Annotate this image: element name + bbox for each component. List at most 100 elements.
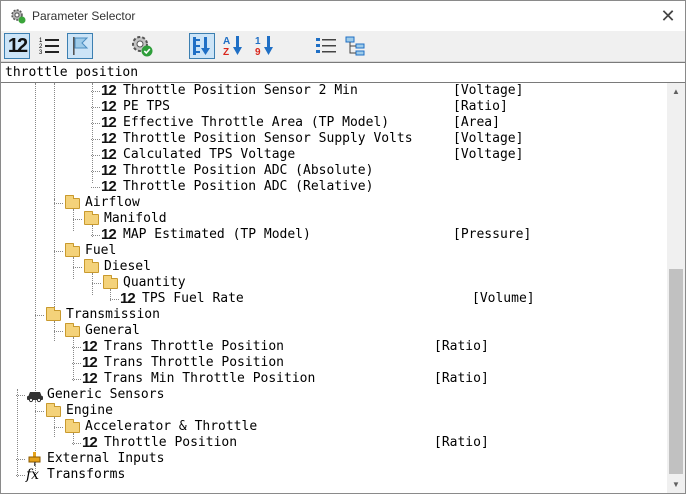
tree-connector-branch bbox=[16, 459, 25, 460]
folder-icon bbox=[64, 243, 84, 259]
group-row-general[interactable]: General bbox=[1, 323, 667, 339]
parameter-row-throttle-position-sensor-2-min[interactable]: 12 Throttle Position Sensor 2 Min [Voltage… bbox=[1, 83, 667, 99]
expand-sort-icon bbox=[193, 37, 210, 55]
parameter-unit: [Voltage] bbox=[453, 147, 524, 162]
numeric-view-button[interactable]: 12 bbox=[4, 33, 30, 59]
tree-connector-branch bbox=[16, 475, 25, 476]
function-fx-icon: fx bbox=[26, 467, 40, 483]
gear-check-icon bbox=[132, 36, 153, 57]
chevron-down-icon: ▼ bbox=[672, 480, 680, 489]
numeric-parameter-icon: 12 bbox=[82, 370, 98, 387]
tree-connector-branch bbox=[72, 443, 81, 444]
parameter-row-trans-throttle-position[interactable]: 12 Trans Throttle Position [Ratio] bbox=[1, 339, 667, 355]
scroll-down-arrow[interactable]: ▼ bbox=[667, 476, 685, 493]
tree-connector-branch bbox=[91, 171, 100, 172]
expand-button[interactable] bbox=[189, 33, 215, 59]
sort-az-button[interactable]: A Z bbox=[221, 33, 247, 59]
folder-icon bbox=[64, 419, 84, 435]
list-view-icon: 1 2 3 bbox=[39, 38, 59, 56]
list-tree-button[interactable] bbox=[313, 33, 339, 59]
search-bar bbox=[1, 62, 685, 83]
group-row-diesel[interactable]: Diesel bbox=[1, 259, 667, 275]
tree-connector-branch bbox=[91, 187, 100, 188]
tree-item-label: Throttle Position bbox=[104, 435, 238, 450]
folder-icon bbox=[64, 195, 84, 211]
hierarchy-button[interactable] bbox=[343, 33, 369, 59]
sort-19-button[interactable]: 1 9 bbox=[252, 33, 278, 59]
tree-item-label: Throttle Position Sensor 2 Min bbox=[123, 83, 358, 98]
numeric-parameter-icon: 12 bbox=[101, 83, 117, 99]
numeric-parameter-icon: 12 bbox=[82, 434, 98, 451]
group-row-engine[interactable]: Engine bbox=[1, 403, 667, 419]
group-row-quantity[interactable]: Quantity bbox=[1, 275, 667, 291]
tree-item-label: External Inputs bbox=[47, 451, 165, 466]
tree-item-label: Manifold bbox=[104, 211, 167, 226]
tree-item-label: TPS Fuel Rate bbox=[142, 291, 244, 306]
tree-connector-branch bbox=[72, 379, 81, 380]
tree-connector-branch bbox=[72, 347, 81, 348]
tree-item-label: Throttle Position Sensor Supply Volts bbox=[123, 131, 413, 146]
tree-connector-branch bbox=[35, 315, 44, 316]
parameter-unit: [Ratio] bbox=[453, 99, 508, 114]
group-row-transforms[interactable]: fx Transforms bbox=[1, 467, 667, 483]
tree-item-label: Calculated TPS Voltage bbox=[123, 147, 296, 162]
tree-connector-branch bbox=[72, 363, 81, 364]
close-button[interactable]: ✕ bbox=[651, 1, 685, 31]
group-row-external-inputs[interactable]: External Inputs bbox=[1, 451, 667, 467]
gear-app-icon bbox=[10, 8, 26, 24]
settings-button[interactable] bbox=[129, 33, 155, 59]
parameter-row-throttle-position-sensor-supply-volts[interactable]: 12 Throttle Position Sensor Supply Volts [… bbox=[1, 131, 667, 147]
parameter-row-trans-throttle-position[interactable]: 12 Trans Throttle Position bbox=[1, 355, 667, 371]
parameter-row-throttle-position[interactable]: 12 Throttle Position [Ratio] bbox=[1, 435, 667, 451]
tree-connector-branch bbox=[91, 139, 100, 140]
tree-item-label: Diesel bbox=[104, 259, 151, 274]
numeric-parameter-icon: 12 bbox=[101, 114, 117, 131]
vertical-scrollbar[interactable]: ▲ ▼ bbox=[667, 83, 685, 493]
sort-19-icon: 1 9 bbox=[255, 36, 273, 58]
parameter-unit: [Voltage] bbox=[453, 131, 524, 146]
tree-item-label: Generic Sensors bbox=[47, 387, 165, 402]
tree-connector-branch bbox=[91, 235, 100, 236]
parameter-row-trans-min-throttle-position[interactable]: 12 Trans Min Throttle Position [Ratio] bbox=[1, 371, 667, 387]
tree-item-label: General bbox=[85, 323, 140, 338]
tree-item-label: Trans Throttle Position bbox=[104, 339, 285, 354]
svg-text:A: A bbox=[223, 36, 230, 47]
plug-icon bbox=[26, 451, 46, 467]
folder-icon bbox=[64, 323, 84, 339]
tree-connector-branch bbox=[54, 203, 63, 204]
flag-button[interactable] bbox=[67, 33, 93, 59]
list-view-button[interactable]: 1 2 3 bbox=[36, 33, 62, 59]
tree-item-label: MAP Estimated (TP Model) bbox=[123, 227, 311, 242]
parameter-row-calculated-tps-voltage[interactable]: 12 Calculated TPS Voltage [Voltage] bbox=[1, 147, 667, 163]
tree-connector-branch bbox=[91, 107, 100, 108]
tree-connector-branch bbox=[54, 331, 63, 332]
group-row-accelerator-throttle[interactable]: Accelerator & Throttle bbox=[1, 419, 667, 435]
group-row-manifold[interactable]: Manifold bbox=[1, 211, 667, 227]
numeric-parameter-icon: 12 bbox=[82, 354, 98, 371]
scroll-thumb[interactable] bbox=[669, 269, 683, 474]
tree-connector-branch bbox=[54, 251, 63, 252]
group-row-generic-sensors[interactable]: Generic Sensors bbox=[1, 387, 667, 403]
parameter-row-throttle-position-adc-absolute[interactable]: 12 Throttle Position ADC (Absolute) bbox=[1, 163, 667, 179]
tree-connector-branch bbox=[91, 155, 100, 156]
group-row-fuel[interactable]: Fuel bbox=[1, 243, 667, 259]
toolbar: 12 1 2 3 A Z 1 9 bbox=[1, 31, 685, 62]
group-row-airflow[interactable]: Airflow bbox=[1, 195, 667, 211]
parameter-row-map-estimated-tp-model[interactable]: 12 MAP Estimated (TP Model) [Pressure] bbox=[1, 227, 667, 243]
folder-icon bbox=[45, 307, 65, 323]
parameter-row-effective-throttle-area-tp-model[interactable]: 12 Effective Throttle Area (TP Model) [Are… bbox=[1, 115, 667, 131]
search-input[interactable] bbox=[1, 63, 685, 82]
svg-text:9: 9 bbox=[255, 47, 261, 58]
parameter-row-pe-tps[interactable]: 12 PE TPS [Ratio] bbox=[1, 99, 667, 115]
parameter-row-throttle-position-adc-relative[interactable]: 12 Throttle Position ADC (Relative) bbox=[1, 179, 667, 195]
parameter-unit: [Voltage] bbox=[453, 83, 524, 98]
tree-item-label: Effective Throttle Area (TP Model) bbox=[123, 115, 390, 130]
tree-item-label: Trans Min Throttle Position bbox=[104, 371, 316, 386]
chevron-up-icon: ▲ bbox=[672, 87, 680, 96]
scroll-up-arrow[interactable]: ▲ bbox=[667, 83, 685, 100]
close-icon: ✕ bbox=[660, 5, 676, 26]
parameter-row-tps-fuel-rate[interactable]: 12 TPS Fuel Rate [Volume] bbox=[1, 291, 667, 307]
parameter-unit: [Area] bbox=[453, 115, 500, 130]
list-tree-icon bbox=[316, 38, 336, 53]
group-row-transmission[interactable]: Transmission bbox=[1, 307, 667, 323]
